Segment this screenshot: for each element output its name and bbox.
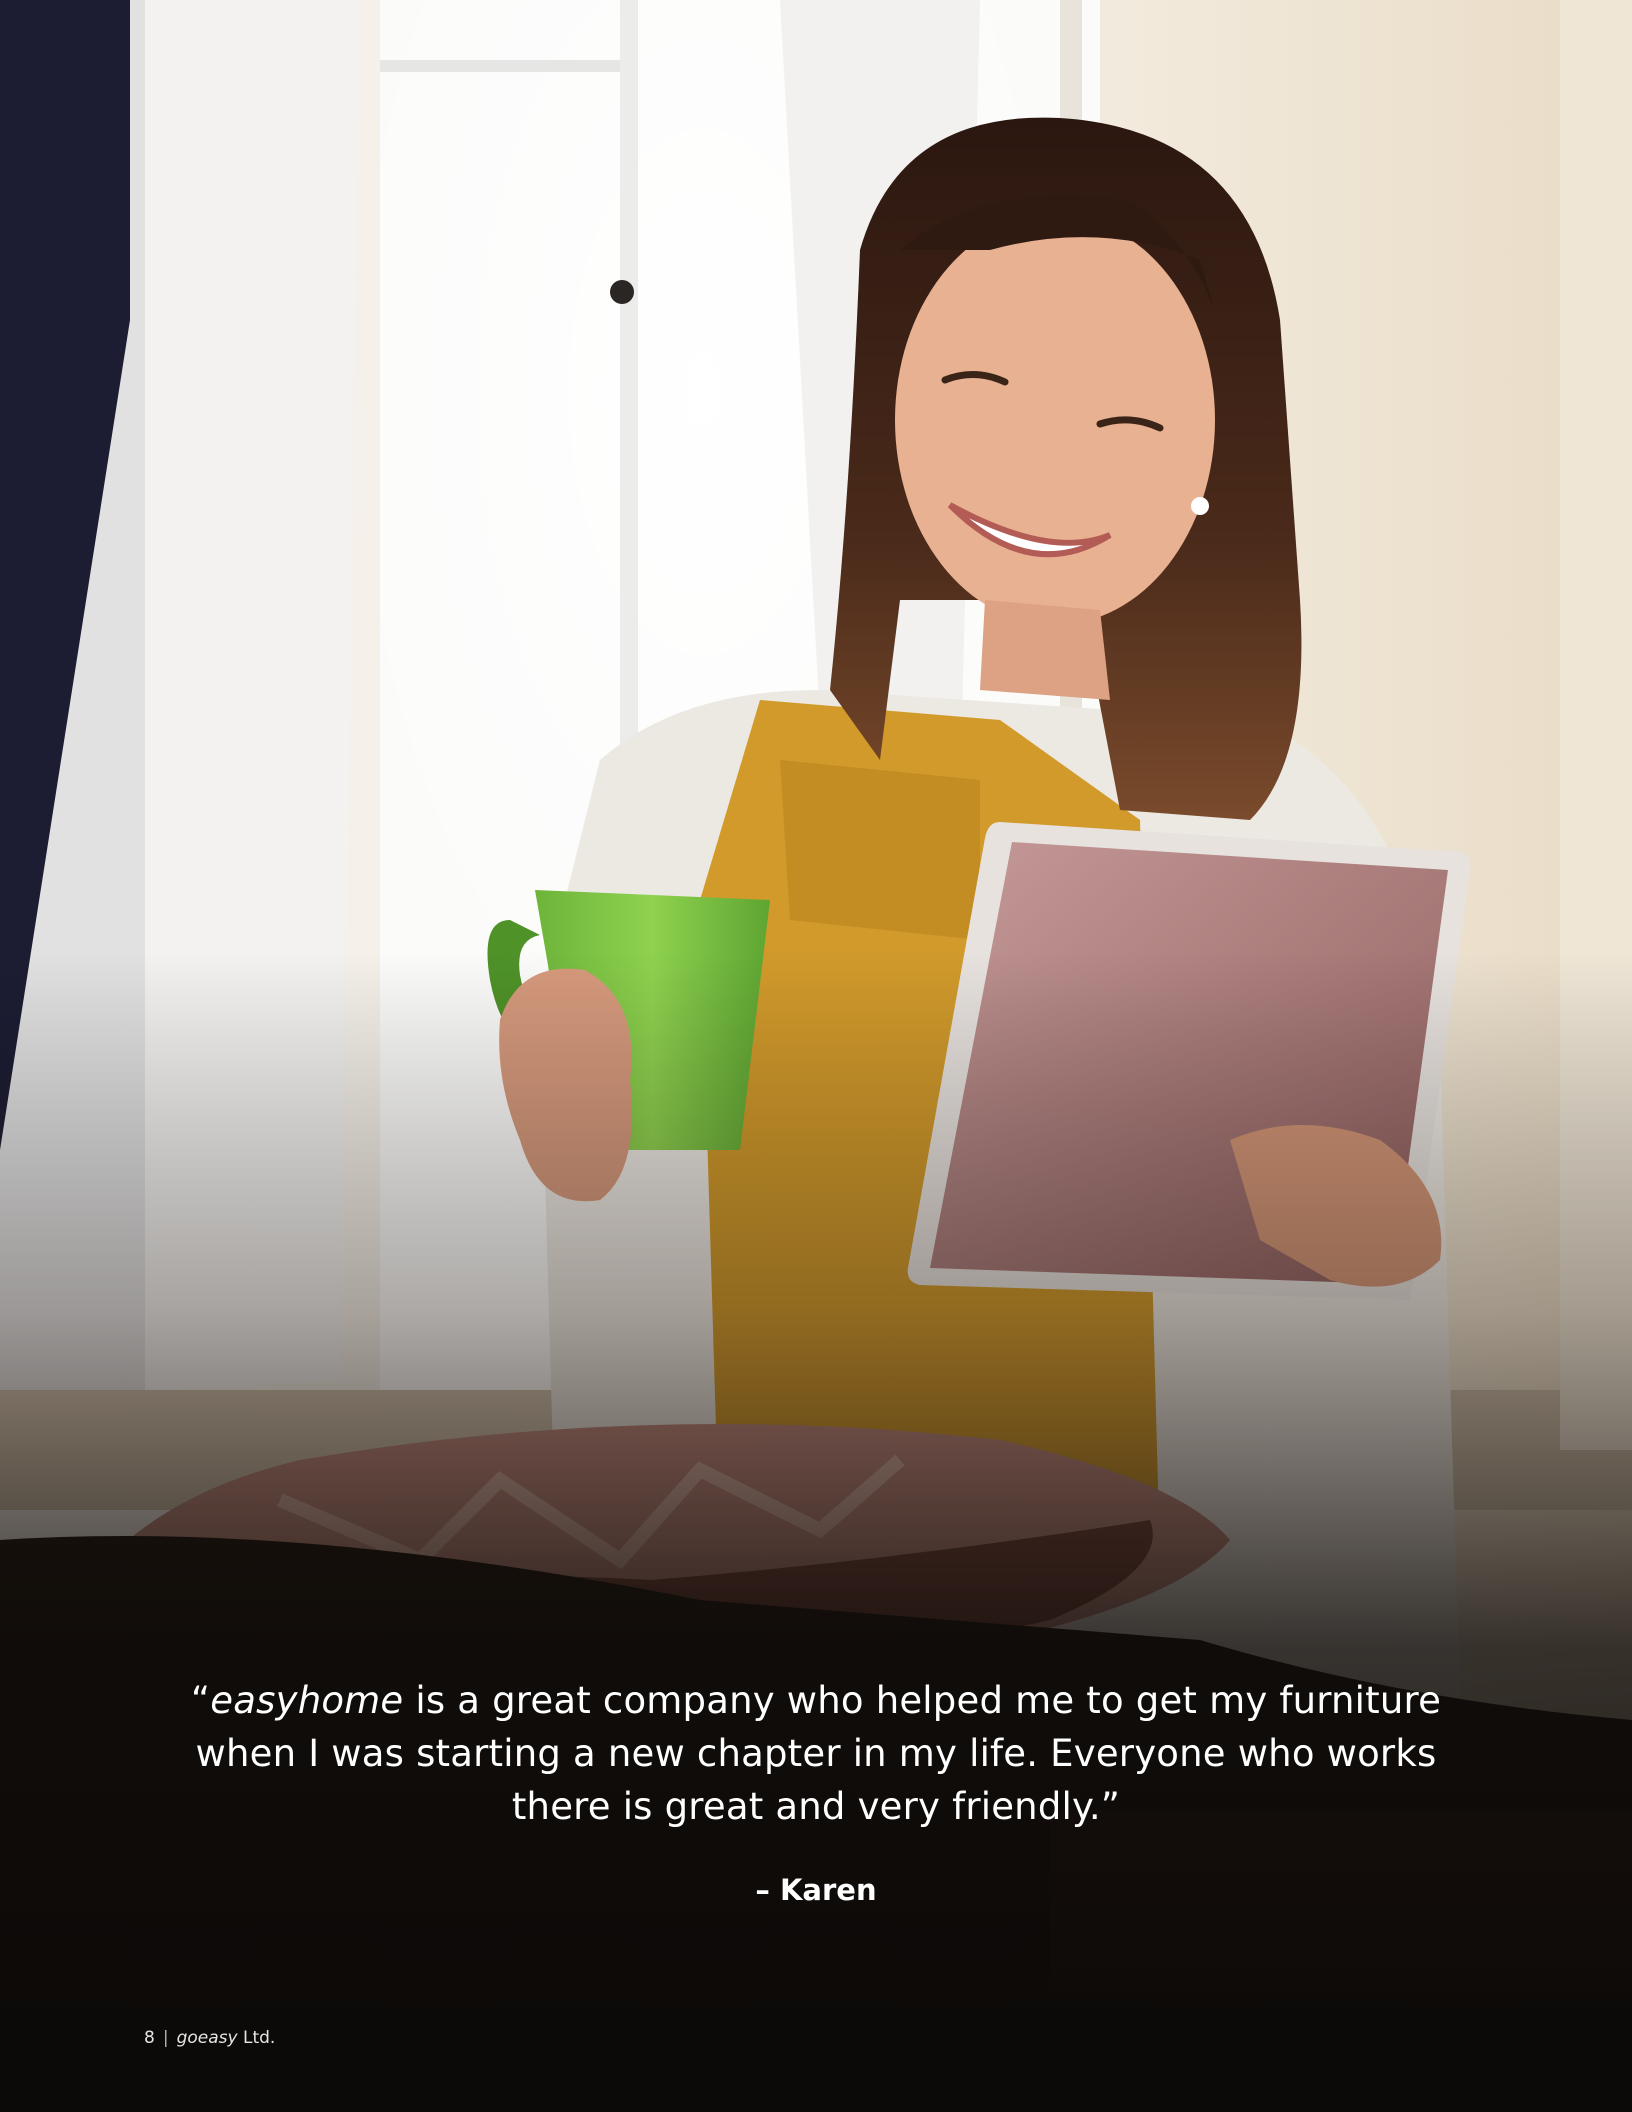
page-number: 8: [144, 2028, 155, 2048]
quote-line-1: is a great company who helped me to get …: [403, 1679, 1442, 1722]
quote-brand: easyhome: [210, 1679, 404, 1722]
company-suffix: Ltd.: [237, 2028, 276, 2048]
footer-separator: |: [162, 2028, 169, 2048]
quote-attribution: – Karen: [755, 1873, 877, 1907]
testimonial-quote: “easyhome is a great company who helped …: [160, 1674, 1472, 1907]
quote-line-2: when I was starting a new chapter in my …: [195, 1732, 1437, 1775]
report-page: “easyhome is a great company who helped …: [0, 0, 1632, 2112]
quote-text: “easyhome is a great company who helped …: [160, 1674, 1472, 1833]
page-footer: 8 | goeasy Ltd.: [144, 2028, 275, 2048]
quote-line-3: there is great and very friendly.”: [511, 1785, 1121, 1828]
quote-open-mark: “: [190, 1679, 211, 1722]
company-name: goeasy: [176, 2028, 238, 2048]
